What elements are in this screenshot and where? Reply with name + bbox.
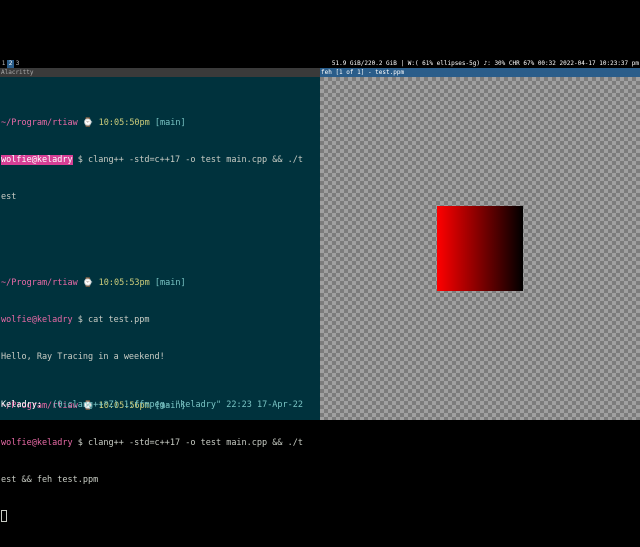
prompt-dir: ~/Program/rtiaw: [1, 277, 78, 288]
terminal-output[interactable]: ~/Program/rtiaw ⌚ 10:05:50pm [main] wolf…: [1, 80, 319, 547]
cursor-line[interactable]: [1, 510, 319, 523]
prompt-symbol: $: [77, 314, 83, 325]
workspace-2-button[interactable]: 2: [7, 60, 14, 68]
top-status-bar: 1 2 3 51.9 GiB/220.2 GiB | W:( 61% ellip…: [0, 60, 640, 68]
command-line: wolfie@keladry $ cat test.ppm: [1, 314, 319, 326]
tmux-host: "keladry": [175, 400, 222, 410]
workspace-1-button[interactable]: 1: [0, 60, 7, 68]
prompt-time: 10:05:53pm: [98, 277, 150, 288]
prompt-user: wolfie@keladry: [1, 437, 73, 448]
battery-status: CHR 67% 00:32: [508, 60, 556, 67]
prompt-branch: [main]: [154, 117, 186, 128]
volume-status: ♪: 30%: [483, 60, 506, 67]
workspace-3-button[interactable]: 3: [14, 60, 21, 68]
feh-window[interactable]: feh [1 of 1] - test.ppm: [320, 68, 640, 420]
prompt-dir: ~/Program/rtiaw: [1, 117, 78, 128]
tmux-window-1[interactable]: 1:ffmpeg-: [124, 400, 170, 410]
command-line: wolfie@keladry $ clang++ -std=c++17 -o t…: [1, 437, 319, 449]
prompt-user: wolfie@keladry: [1, 314, 73, 325]
transparency-checkerboard: [320, 77, 640, 420]
prompt-line: ~/Program/rtiaw ⌚ 10:05:53pm [main]: [1, 277, 319, 289]
command-text: clang++ -std=c++17 -o test main.cpp && .…: [88, 437, 303, 448]
datetime: 2022-04-17 10:23:37 pm: [559, 60, 639, 67]
wifi-status: W:( 61% ellipses-5g): [407, 60, 480, 67]
prompt-symbol: $: [77, 154, 83, 165]
command-text: clang++ -std=c++17 -o test main.cpp && .…: [88, 154, 303, 165]
prompt-symbol: $: [77, 437, 83, 448]
prompt-branch: [main]: [154, 277, 186, 288]
tmux-session: Keladry:: [1, 400, 42, 410]
command-output: Hello, Ray Tracing in a weekend!: [1, 351, 165, 362]
command-text: cat test.ppm: [88, 314, 150, 325]
clock-icon: ⌚: [82, 117, 94, 128]
prompt-line: ~/Program/rtiaw ⌚ 10:05:50pm [main]: [1, 117, 319, 129]
tmux-window-0[interactable]: (0:clang++*Z): [52, 400, 119, 410]
disk-usage: 51.9 GiB/220.2 GiB: [331, 60, 397, 67]
prompt-user: wolfie@keladry: [1, 154, 73, 165]
tmux-status-line: Keladry: (0:clang++*Z) 1:ffmpeg- "keladr…: [1, 399, 303, 411]
tmux-time: 22:23: [226, 400, 252, 410]
command-line: wolfie@keladry $ clang++ -std=c++17 -o t…: [1, 154, 319, 166]
terminal-window[interactable]: Alacritty ~/Program/rtiaw ⌚ 10:05:50pm […: [0, 68, 320, 523]
system-status: 51.9 GiB/220.2 GiB | W:( 61% ellipses-5g…: [331, 60, 639, 67]
prompt-time: 10:05:50pm: [98, 117, 150, 128]
terminal-title: Alacritty: [0, 68, 320, 77]
feh-title: feh [1 of 1] - test.ppm: [320, 68, 640, 77]
tmux-date: 17-Apr-22: [256, 400, 304, 410]
clock-icon: ⌚: [82, 277, 94, 288]
rendered-image: [437, 206, 523, 291]
command-wrap: est: [1, 191, 17, 202]
text-cursor: [1, 510, 7, 523]
